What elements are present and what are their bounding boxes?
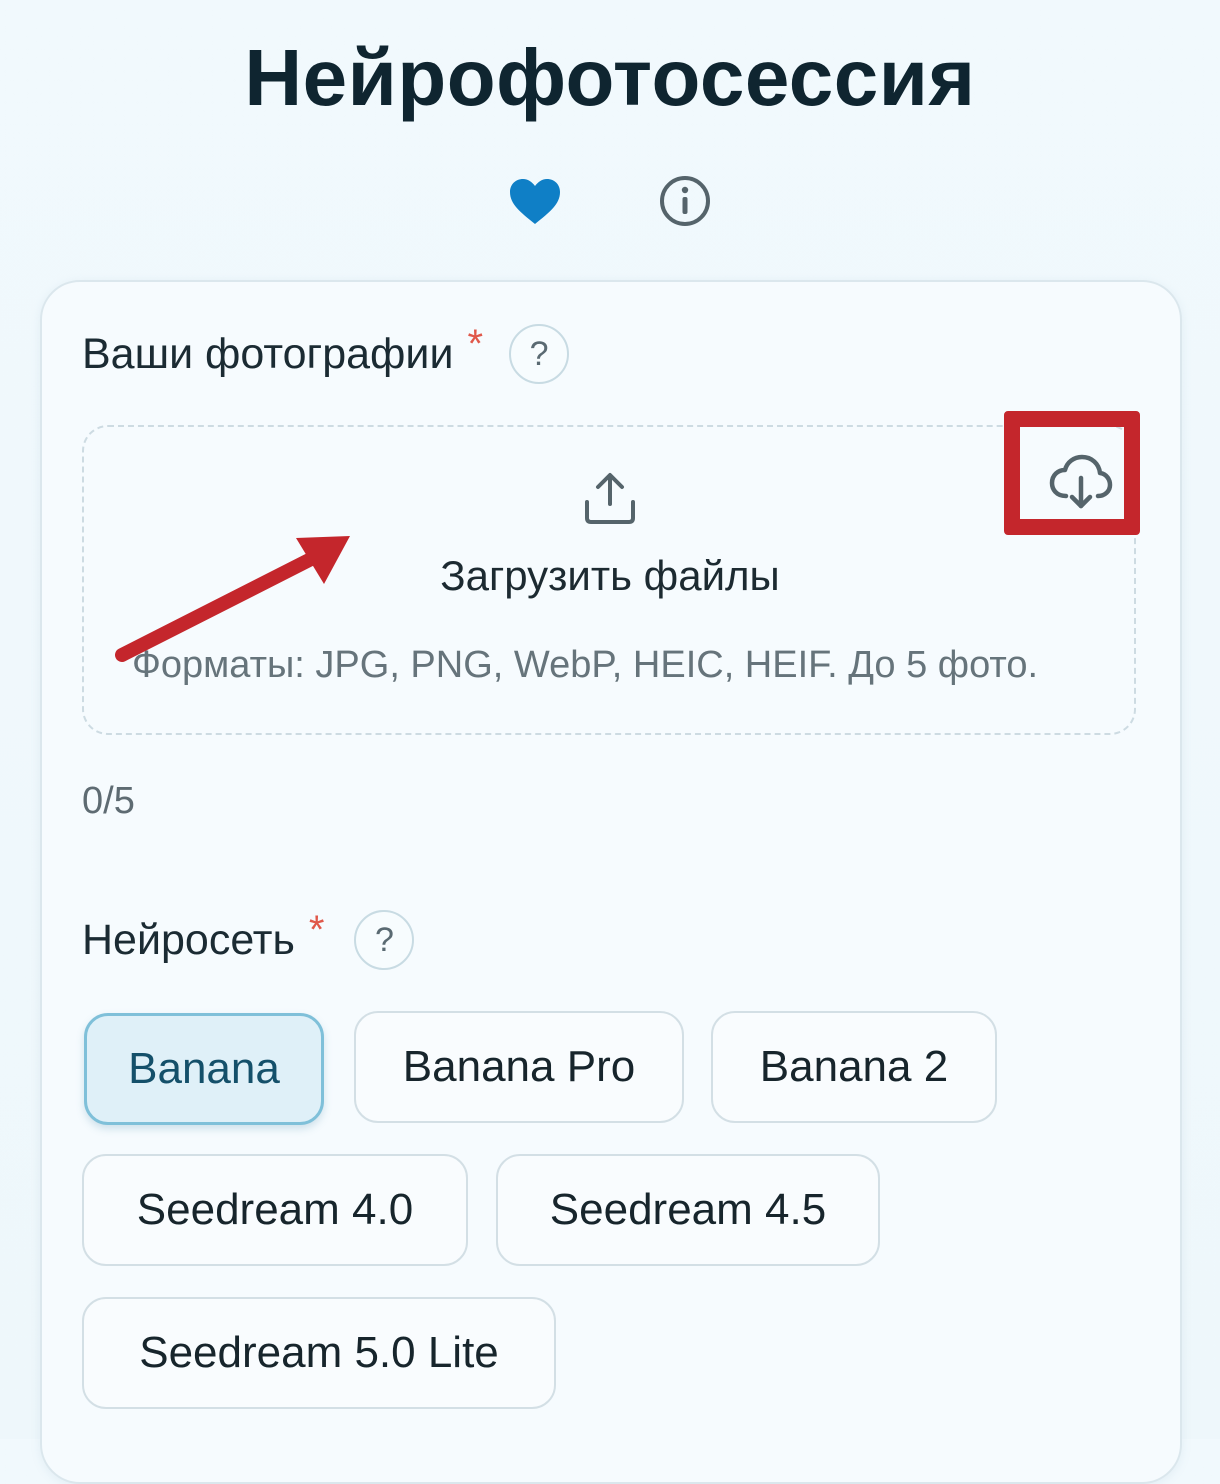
photos-label: Ваши фотографии xyxy=(82,329,454,378)
model-option-banana[interactable]: Banana xyxy=(84,1013,324,1125)
model-option-seedream-5-0-lite[interactable]: Seedream 5.0 Lite xyxy=(82,1297,556,1409)
photos-label-row: Ваши фотографии * ? xyxy=(82,321,570,386)
model-option-banana-2[interactable]: Banana 2 xyxy=(711,1011,997,1123)
annotation-arrow xyxy=(115,536,350,662)
import-button-highlight xyxy=(1004,411,1140,535)
model-help-button[interactable]: ? xyxy=(354,910,415,970)
photos-help-button[interactable]: ? xyxy=(509,324,570,384)
upload-icon xyxy=(582,470,638,526)
page-title: Нейрофотосессия xyxy=(244,33,976,122)
required-star: * xyxy=(308,907,325,952)
photo-counter: 0/5 xyxy=(82,780,135,822)
model-label-row: Нейросеть * ? xyxy=(82,907,415,972)
model-option-banana-pro[interactable]: Banana Pro xyxy=(354,1011,684,1123)
heart-icon[interactable] xyxy=(508,178,562,226)
model-option-seedream-4-0[interactable]: Seedream 4.0 xyxy=(82,1154,468,1266)
header-icon-row xyxy=(0,170,1220,230)
model-option-seedream-4-5[interactable]: Seedream 4.5 xyxy=(496,1154,880,1266)
info-icon[interactable] xyxy=(658,174,712,228)
required-star: * xyxy=(467,321,484,366)
model-label: Нейросеть xyxy=(82,915,295,964)
